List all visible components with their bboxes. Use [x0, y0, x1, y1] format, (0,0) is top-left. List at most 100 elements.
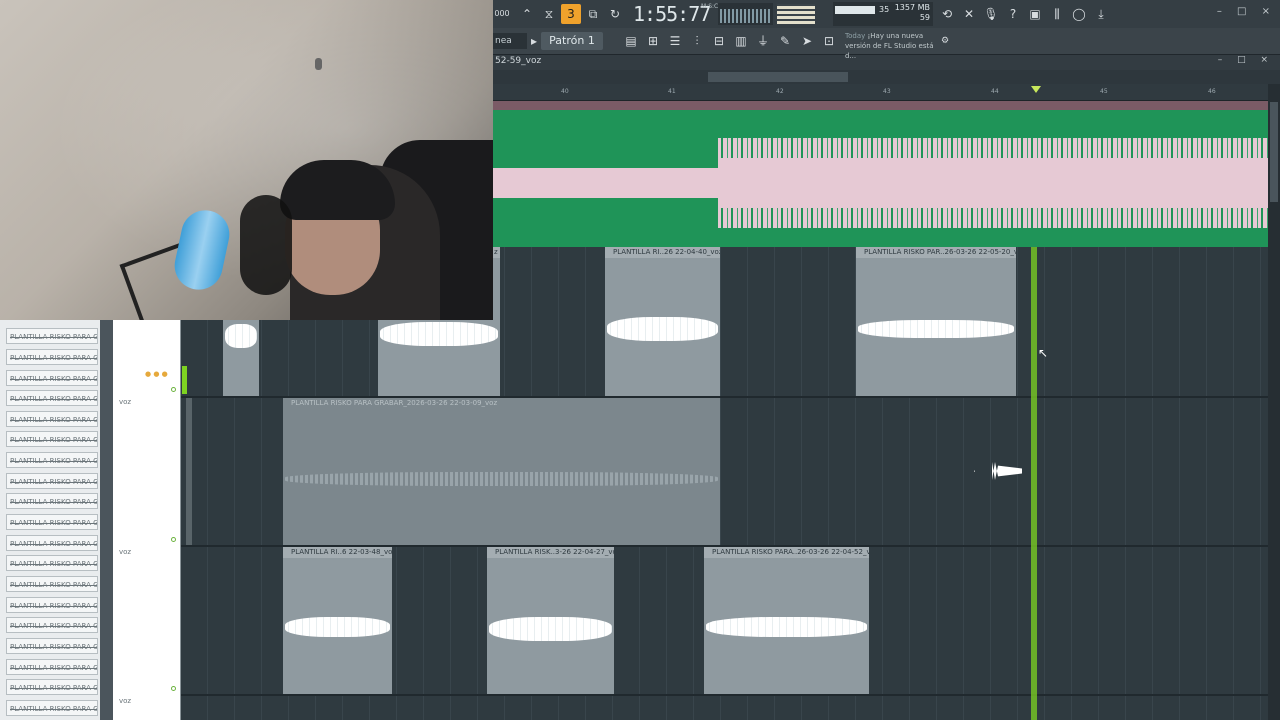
news-panel[interactable]: Today ¡Hay una nueva versión de FL Studi… — [845, 31, 945, 61]
snap-mode-select[interactable]: nea — [493, 33, 527, 49]
track-headers: voz voz voz — [113, 320, 181, 720]
window-controls[interactable]: – □ × — [1217, 6, 1276, 17]
track-active-led[interactable] — [171, 387, 176, 392]
browser-item[interactable]: PLANTILLA RISKO PARA GR... — [6, 473, 98, 489]
news-logo-icon[interactable]: ⚙ — [939, 31, 951, 51]
track-divider — [180, 694, 1268, 696]
track-level-meter — [182, 366, 187, 394]
news-today: Today — [845, 32, 866, 40]
browser-item[interactable]: PLANTILLA RISKO PARA GR... — [6, 411, 98, 427]
browser-item[interactable]: PLANTILLA RISKO PARA GR... — [6, 431, 98, 447]
audio-clip[interactable]: PLANTILLA RISKO PAR..26-03-26 22-05-20_v… — [856, 247, 1016, 396]
browser-item[interactable]: PLANTILLA RISKO PARA GR... — [6, 370, 98, 386]
time-selection-bar[interactable] — [493, 100, 1268, 110]
track-label[interactable]: voz — [119, 398, 131, 406]
browser-item[interactable]: PLANTILLA RISKO PARA GR... — [6, 679, 98, 695]
track-label[interactable]: voz — [119, 548, 131, 556]
track-record-controls[interactable]: ● ● ● — [145, 370, 179, 380]
browser-item[interactable]: PLANTILLA RISKO PARA GR... — [6, 452, 98, 468]
browser-item[interactable]: PLANTILLA RISKO PARA GR... — [6, 617, 98, 633]
loop-record-icon[interactable]: ↻ — [605, 4, 625, 24]
browser-item[interactable]: PLANTILLA RISKO PARA GR... — [6, 555, 98, 571]
clip-name: z — [493, 247, 500, 258]
cpu-value: 35 — [879, 5, 890, 14]
audio-clip-large[interactable] — [493, 110, 1268, 247]
ruler-tick: 43 — [883, 88, 891, 95]
audio-clip[interactable]: PLANTILLA RISK..3-26 22-04-27_voz — [487, 547, 614, 694]
plugin-icon[interactable]: ⏚ — [753, 31, 773, 51]
timeline-ruler[interactable]: 40 41 42 43 44 45 46 — [493, 84, 1268, 101]
channel-rack-icon[interactable]: ☰ — [665, 31, 685, 51]
browser-item[interactable]: PLANTILLA RISKO PARA GR... — [6, 576, 98, 592]
browser-icon[interactable]: ⊟ — [709, 31, 729, 51]
audio-clip[interactable] — [186, 398, 192, 545]
song-time: 1:55:77 — [633, 2, 711, 26]
browser-divider[interactable] — [100, 320, 113, 720]
ruler-tick: 41 — [668, 88, 676, 95]
clip-name: PLANTILLA RISKO PARA..26-03-26 22-04-52_… — [704, 547, 869, 558]
vertical-scrollbar[interactable] — [1268, 84, 1280, 720]
browser-item[interactable]: PLANTILLA RISKO PARA GR... — [6, 493, 98, 509]
help-icon[interactable]: ? — [1003, 4, 1023, 24]
track-active-led[interactable] — [171, 537, 176, 542]
ruler-tick: 40 — [561, 88, 569, 95]
undo-history-icon[interactable]: ⟲ — [937, 4, 957, 24]
playlist-overview[interactable] — [493, 70, 1280, 84]
audio-clip[interactable]: PLANTILLA RI..6 22-03-48_voz — [283, 547, 392, 694]
cart-icon[interactable]: ⊡ — [819, 31, 839, 51]
playlist-window-controls[interactable]: – □ × — [1218, 55, 1274, 65]
waveform — [718, 158, 1268, 208]
audio-clip[interactable]: PLANTILLA RI..26 22-04-40_voz — [605, 247, 720, 396]
ruler-tick: 42 — [776, 88, 784, 95]
audio-clip[interactable] — [378, 320, 500, 396]
track-label[interactable]: voz — [119, 697, 131, 705]
pattern-arrow-icon[interactable]: ▸ — [529, 31, 539, 51]
audio-clip[interactable] — [223, 320, 259, 396]
browser-item[interactable]: PLANTILLA RISKO PARA GR... — [6, 328, 98, 344]
countdown-icon[interactable]: 3 — [561, 4, 581, 24]
ruler-tick: 44 — [991, 88, 999, 95]
playhead-marker[interactable] — [1031, 86, 1041, 93]
browser-panel: PLANTILLA RISKO PARA GR... PLANTILLA RIS… — [0, 320, 113, 720]
browser-item[interactable]: PLANTILLA RISKO PARA GR... — [6, 390, 98, 406]
download-icon[interactable]: ⤓ — [1091, 4, 1111, 24]
waveform-monitor — [718, 3, 773, 25]
audio-clip[interactable]: z — [493, 247, 500, 323]
wall-hook — [315, 58, 322, 70]
metronome-icon[interactable]: ⌃ — [517, 4, 537, 24]
mixer-view-icon[interactable]: ⫶ — [687, 31, 707, 51]
overview-scroll-thumb[interactable] — [708, 72, 848, 82]
vertical-scroll-thumb[interactable] — [1270, 102, 1278, 202]
step-edit-icon[interactable]: ⧉ — [583, 4, 603, 24]
piano-roll-icon[interactable]: ⊞ — [643, 31, 663, 51]
render-icon[interactable]: ➤ — [797, 31, 817, 51]
browser-item[interactable]: PLANTILLA RISKO PARA GR... — [6, 514, 98, 530]
polyphony-value: 59 — [919, 13, 930, 22]
chat-icon[interactable]: ◯ — [1069, 4, 1089, 24]
wait-icon[interactable]: ⧖ — [539, 4, 559, 24]
tools-icon[interactable]: ✕ — [959, 4, 979, 24]
track-active-led[interactable] — [171, 686, 176, 691]
browser-item[interactable]: PLANTILLA RISKO PARA GR... — [6, 700, 98, 716]
browser-item[interactable]: PLANTILLA RISKO PARA GR... — [6, 638, 98, 654]
webcam-overlay — [0, 0, 493, 320]
browser-item[interactable]: PLANTILLA RISKO PARA GR... — [6, 659, 98, 675]
audio-clip[interactable]: PLANTILLA RISKO PARA..26-03-26 22-04-52_… — [704, 547, 869, 694]
browser-item[interactable]: PLANTILLA RISKO PARA GR... — [6, 597, 98, 613]
save-icon[interactable]: ▣ — [1025, 4, 1045, 24]
pattern-selector[interactable]: Patrón 1 — [541, 32, 603, 50]
clip-name: PLANTILLA RISKO PARA GRABAR_2026-03-26 2… — [283, 398, 720, 409]
browser-item[interactable]: PLANTILLA RISKO PARA GR... — [6, 349, 98, 365]
browser-item[interactable]: PLANTILLA RISKO PARA GR... — [6, 535, 98, 551]
clip-name: PLANTILLA RISK..3-26 22-04-27_voz — [487, 547, 614, 558]
mic-input-icon[interactable]: 🎙 — [981, 4, 1001, 24]
audio-clip-muted[interactable]: PLANTILLA RISKO PARA GRABAR_2026-03-26 2… — [283, 398, 720, 545]
clip-name: PLANTILLA RI..6 22-03-48_voz — [283, 547, 392, 558]
mouse-cursor-icon: ↖ — [1038, 346, 1049, 360]
mixer-icon[interactable]: ⫼ — [1047, 4, 1067, 24]
memory-value: 1357 MB 59 — [895, 3, 930, 23]
playlist-icon[interactable]: ▤ — [621, 31, 641, 51]
tempo-display[interactable]: 000 — [493, 4, 511, 24]
brush-icon[interactable]: ✎ — [775, 31, 795, 51]
clipboard-icon[interactable]: ▥ — [731, 31, 751, 51]
